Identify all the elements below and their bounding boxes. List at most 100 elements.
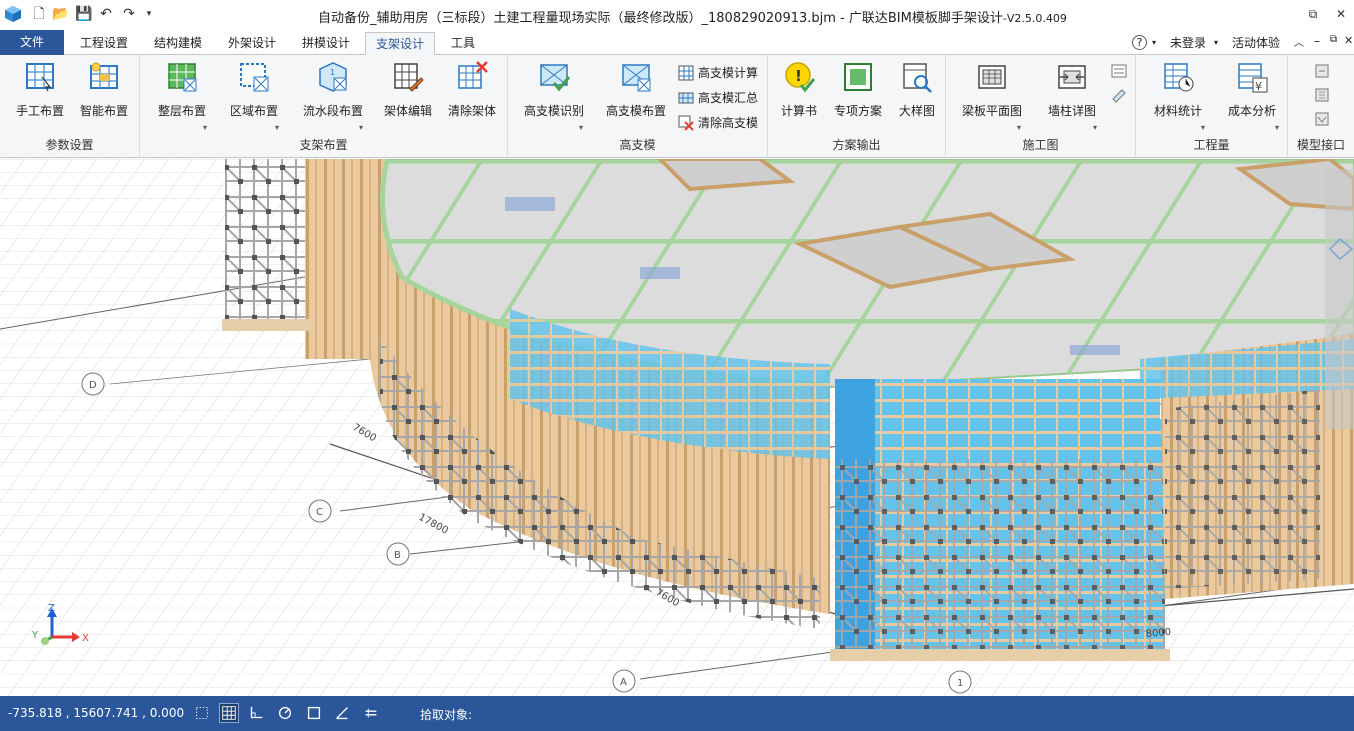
help-icon[interactable]: ? — [1132, 35, 1147, 50]
ortho-mode-icon[interactable] — [246, 703, 266, 723]
tab-tools[interactable]: 工具 — [443, 32, 483, 55]
high-formwork-calc-button[interactable]: 高支模计算 — [678, 63, 758, 83]
export-model-icon[interactable] — [1314, 87, 1330, 103]
special-plan-button[interactable]: 专项方案 — [830, 61, 886, 119]
high-formwork-identify-dropdown-icon[interactable]: ▾ — [576, 123, 586, 132]
scaffold-far-right[interactable] — [1165, 389, 1320, 589]
grid-toggle-icon[interactable] — [219, 703, 239, 723]
high-formwork-calc-label: 高支模计算 — [698, 66, 759, 80]
undo-icon[interactable]: ↶ — [97, 5, 115, 23]
tab-exterior-scaffold[interactable]: 外架设计 — [219, 32, 285, 55]
calc-book-label: 计算书 — [780, 104, 817, 118]
snap-points-icon[interactable] — [192, 703, 212, 723]
help-dropdown-icon[interactable]: ▾ — [1152, 38, 1156, 47]
tab-file[interactable]: 文件 — [0, 30, 64, 55]
command-prompt: 拾取对象: — [420, 708, 473, 722]
object-snap-icon[interactable] — [304, 703, 324, 723]
material-stats-dropdown-icon[interactable]: ▾ — [1198, 123, 1208, 132]
high-formwork-identify-label: 高支模识别 — [523, 104, 584, 118]
axis-bubble-c: C — [308, 499, 332, 523]
material-stats-icon — [1164, 63, 1194, 92]
area-layout-dropdown-icon[interactable]: ▾ — [272, 123, 282, 132]
3d-viewport[interactable]: D C B A 1 7600 17800 7600 8000 Z X Y — [0, 159, 1354, 696]
scaffold-right-block[interactable] — [835, 459, 1165, 659]
high-formwork-layout-button[interactable]: 高支模布置 — [604, 61, 668, 119]
3d-model-scene[interactable]: D C B A 1 7600 17800 7600 8000 Z X Y — [0, 159, 1354, 696]
vr-model-icon[interactable] — [1314, 111, 1330, 127]
cost-analysis-dropdown-icon[interactable]: ▾ — [1272, 123, 1282, 132]
high-formwork-identify-button[interactable]: 高支模识别 ▾ — [522, 61, 586, 132]
flow-section-layout-button[interactable]: 1 流水段布置 ▾ — [300, 61, 366, 132]
special-plan-label: 专项方案 — [833, 104, 882, 118]
manual-layout-button[interactable]: 手工布置 — [12, 61, 68, 119]
right-block-beam[interactable] — [835, 379, 1160, 419]
manual-layout-icon — [26, 63, 54, 92]
area-layout-icon — [240, 63, 269, 92]
group-label-support-layout: 支架布置 — [299, 138, 348, 152]
cost-analysis-icon: ¥ — [1238, 63, 1268, 93]
smart-layout-button[interactable]: 智能布置 — [76, 61, 132, 119]
angle-snap-icon[interactable] — [332, 703, 352, 723]
tab-support-design[interactable]: 支架设计 — [365, 32, 435, 56]
floor-layout-dropdown-icon[interactable]: ▾ — [198, 123, 212, 132]
scaffold-tower-left[interactable] — [225, 159, 305, 324]
mdi-close-icon[interactable]: ✕ — [1344, 34, 1353, 47]
clear-frame-icon — [458, 61, 488, 89]
window-title-text: 自动备份_辅助用房（三标段）土建工程量现场实际（最终修改版）_180829020… — [318, 11, 1003, 26]
new-file-icon[interactable]: 🗋 — [30, 5, 48, 23]
import-model-icon[interactable] — [1314, 63, 1330, 79]
save-icon[interactable]: 💾 — [75, 5, 93, 23]
close-button[interactable]: ✕ — [1330, 4, 1352, 24]
ribbon-tabs: 文件 工程设置 结构建模 外架设计 拼模设计 支架设计 工具 ? ▾ 未登录 ▾… — [0, 30, 1354, 56]
scaffold-base-right — [830, 649, 1170, 661]
beam-slab-plan-dropdown-icon[interactable]: ▾ — [1014, 123, 1024, 132]
frame-edit-button[interactable]: 架体编辑 — [380, 61, 436, 119]
floor-layout-label: 整层布置 — [157, 104, 206, 118]
group-label-parameter-settings: 参数设置 — [45, 138, 94, 152]
drawing-settings-icon[interactable] — [1110, 63, 1128, 79]
group-support-layout: 整层布置 ▾ 区域布置 ▾ 1 流水段布置 ▾ 架体编辑 清除架体 支架布置 — [140, 55, 508, 158]
tab-project-settings[interactable]: 工程设置 — [72, 32, 136, 55]
axis-bubble-a-text: A — [620, 677, 627, 688]
material-stats-label: 材料统计 — [1153, 104, 1202, 118]
axis-y-label: Y — [31, 630, 39, 641]
tab-structure-modeling[interactable]: 结构建模 — [145, 32, 211, 55]
mdi-minimize-icon[interactable]: – — [1314, 34, 1320, 48]
redo-icon[interactable]: ↷ — [120, 5, 138, 23]
collapse-ribbon-icon[interactable]: ︿ — [1294, 34, 1304, 49]
wall-column-detail-button[interactable]: 墙柱详图 ▾ — [1044, 61, 1100, 132]
cost-analysis-button[interactable]: ¥ 成本分析 ▾ — [1222, 61, 1282, 132]
material-stats-button[interactable]: 材料统计 ▾ — [1148, 61, 1208, 132]
open-folder-icon[interactable]: 📂 — [52, 5, 70, 23]
clear-red-x-icon — [678, 115, 694, 131]
tab-formwork-design[interactable]: 拼模设计 — [293, 32, 359, 55]
group-label-high-formwork: 高支模 — [619, 138, 656, 152]
area-layout-button[interactable]: 区域布置 ▾ — [226, 61, 282, 132]
floor-layout-icon — [168, 63, 197, 92]
login-dropdown-icon[interactable]: ▾ — [1214, 38, 1218, 47]
clear-high-formwork-button[interactable]: 清除高支模 — [678, 113, 758, 133]
beam-slab-plan-button[interactable]: 梁板平面图 ▾ — [960, 61, 1024, 132]
view-cube-panel[interactable] — [1325, 169, 1354, 429]
login-link[interactable]: 未登录 — [1170, 34, 1206, 51]
flow-section-dropdown-icon[interactable]: ▾ — [356, 123, 366, 132]
wall-column-detail-dropdown-icon[interactable]: ▾ — [1090, 123, 1100, 132]
wall-column-detail-label: 墙柱详图 — [1047, 104, 1096, 118]
drawing-export-icon[interactable] — [1110, 87, 1128, 103]
calc-book-button[interactable]: ! 计算书 — [774, 61, 824, 119]
mdi-restore-icon[interactable]: ⧉ — [1330, 34, 1337, 45]
clear-frame-button[interactable]: 清除架体 — [444, 61, 500, 119]
line-weight-icon[interactable] — [361, 703, 381, 723]
quick-access-dropdown-icon[interactable]: ▾ — [140, 5, 158, 23]
floor-layout-button[interactable]: 整层布置 ▾ — [152, 61, 212, 132]
activity-link[interactable]: 活动体验 — [1232, 34, 1280, 51]
high-formwork-summary-button[interactable]: 高支模汇总 — [678, 88, 758, 108]
svg-text:¥: ¥ — [1255, 80, 1262, 93]
axis-x-label: X — [82, 633, 89, 644]
restore-button[interactable]: ⧉ — [1302, 4, 1324, 24]
axis-bubble-b-text: B — [394, 550, 401, 561]
high-formwork-layout-label: 高支模布置 — [605, 104, 666, 118]
detail-drawing-button[interactable]: 大样图 — [892, 61, 942, 119]
calc-book-icon: ! — [785, 62, 816, 93]
polar-tracking-icon[interactable] — [275, 703, 295, 723]
